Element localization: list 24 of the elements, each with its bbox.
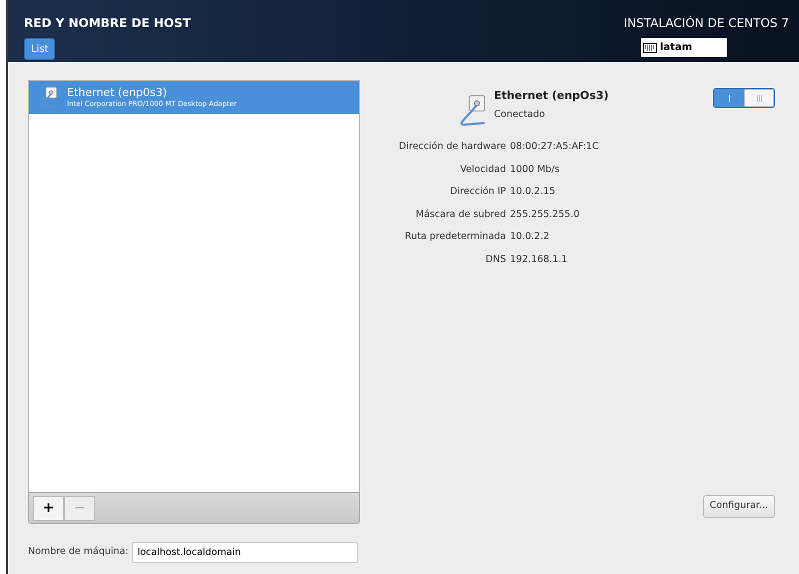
property-label: DNS (484, 252, 506, 266)
keyboard-icon (643, 42, 657, 52)
keyboard-layout-field[interactable]: latam (641, 38, 727, 57)
connection-status: Conectado (494, 108, 546, 122)
property-value: 1000 Mb/s (510, 162, 561, 176)
product-title: INSTALACIÓN DE CENTOS 7 (624, 14, 789, 32)
property-label: Dirección de hardware (398, 140, 506, 154)
page-title: RED Y NOMBRE DE HOST (24, 15, 191, 32)
property-value: 10.0.2.2 (510, 230, 550, 244)
device-title: Ethernet (enpOs3) (494, 88, 609, 104)
property-label: Máscara de subred (414, 208, 506, 222)
property-value: 10.0.2.15 (510, 185, 556, 199)
hostname-label: Nombre de máquina: (28, 545, 128, 560)
power-switch[interactable] (713, 88, 775, 108)
property-label: Dirección IP (449, 185, 506, 199)
property-value: 08:00:27:A5:AF:1C (510, 140, 600, 154)
hostname-field[interactable]: localhost.localdomain (132, 542, 358, 563)
property-label: Velocidad (459, 162, 506, 176)
configure-button[interactable]: Configurar... (702, 495, 775, 518)
property-label: Ruta predeterminada (404, 230, 506, 244)
device-name: Ethernet (enp0s3) (67, 86, 168, 99)
toolbar-button[interactable]: + (33, 496, 64, 520)
property-value: 192.168.1.1 (510, 252, 568, 266)
property-value: 255.255.255.0 (510, 208, 581, 222)
